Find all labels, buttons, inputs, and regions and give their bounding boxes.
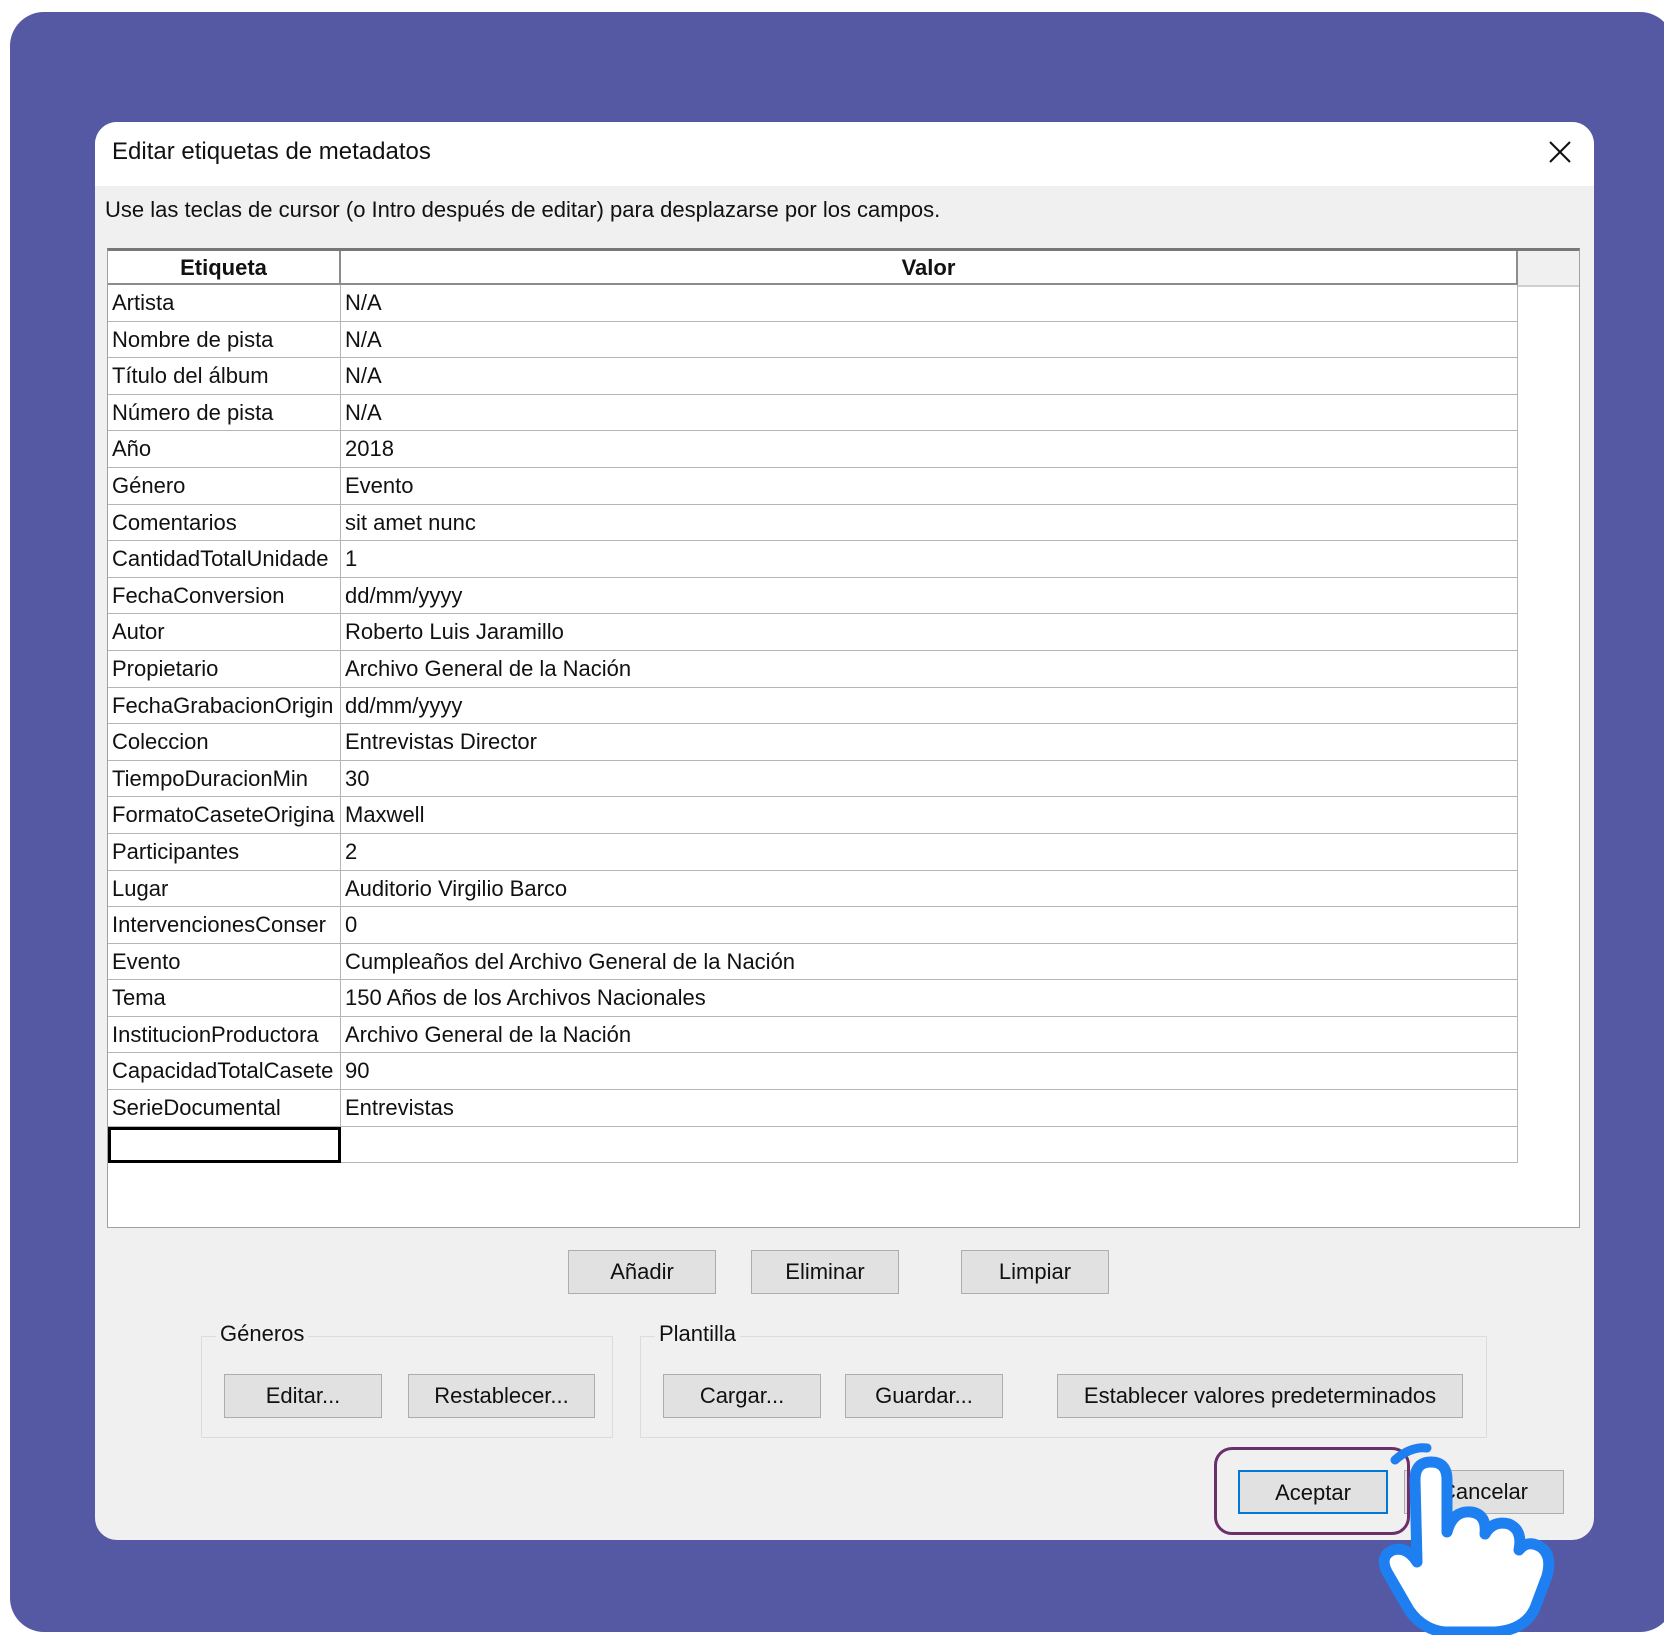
table-row[interactable]: TiempoDuracionMin 30: [108, 760, 1518, 798]
edit-genres-button[interactable]: Editar...: [224, 1374, 382, 1418]
value-cell[interactable]: N/A: [341, 358, 1518, 395]
template-group-label: Plantilla: [655, 1321, 741, 1347]
table-row[interactable]: CapacidadTotalCasete 90: [108, 1053, 1518, 1091]
tag-cell[interactable]: Lugar: [108, 870, 341, 908]
value-cell[interactable]: Entrevistas: [341, 1090, 1518, 1127]
instruction-text: Use las teclas de cursor (o Intro despué…: [105, 197, 941, 222]
tag-cell[interactable]: Número de pista: [108, 394, 341, 432]
table-row[interactable]: IntervencionesConser 0: [108, 907, 1518, 944]
table-row[interactable]: Propietario Archivo General de la Nación: [108, 650, 1518, 688]
value-cell[interactable]: N/A: [341, 321, 1518, 359]
tag-cell[interactable]: Tema: [108, 980, 341, 1017]
tag-cell[interactable]: CantidadTotalUnidade: [108, 541, 341, 578]
table-row[interactable]: Coleccion Entrevistas Director: [108, 724, 1518, 761]
value-cell[interactable]: Archivo General de la Nación: [341, 650, 1518, 688]
tag-cell[interactable]: Nombre de pista: [108, 321, 341, 359]
tag-cell[interactable]: CapacidadTotalCasete: [108, 1053, 341, 1091]
tag-cell[interactable]: Comentarios: [108, 504, 341, 542]
table-row[interactable]: Artista N/A: [108, 285, 1518, 322]
table-row[interactable]: Comentarios sit amet nunc: [108, 504, 1518, 542]
tag-cell[interactable]: Coleccion: [108, 724, 341, 761]
tag-cell[interactable]: [108, 1126, 341, 1164]
tag-cell[interactable]: Título del álbum: [108, 358, 341, 395]
value-cell[interactable]: Maxwell: [341, 797, 1518, 834]
table-row[interactable]: Nombre de pista N/A: [108, 321, 1518, 359]
pointing-hand-icon: [1378, 1443, 1555, 1635]
close-icon[interactable]: [1542, 134, 1578, 170]
title-bar: Editar etiquetas de metadatos: [95, 122, 1594, 186]
value-cell[interactable]: Cumpleaños del Archivo General de la Nac…: [341, 943, 1518, 981]
table-row[interactable]: Número de pista N/A: [108, 394, 1518, 432]
table-row[interactable]: FechaGrabacionOrigin dd/mm/yyyy: [108, 687, 1518, 725]
table-row[interactable]: InstitucionProductora Archivo General de …: [108, 1016, 1518, 1054]
tag-cell[interactable]: Evento: [108, 943, 341, 981]
genres-group-label: Géneros: [216, 1321, 309, 1347]
delete-button[interactable]: Eliminar: [751, 1250, 899, 1294]
tag-cell[interactable]: Autor: [108, 614, 341, 651]
load-template-button[interactable]: Cargar...: [663, 1374, 821, 1418]
table-row[interactable]: FechaConversion dd/mm/yyyy: [108, 577, 1518, 615]
value-cell[interactable]: 90: [341, 1053, 1518, 1091]
tag-cell[interactable]: FormatoCaseteOrigina: [108, 797, 341, 834]
dialog-title: Editar etiquetas de metadatos: [112, 138, 431, 165]
table-row[interactable]: Evento Cumpleaños del Archivo General de …: [108, 943, 1518, 981]
save-template-button[interactable]: Guardar...: [845, 1374, 1003, 1418]
tag-cell[interactable]: FechaConversion: [108, 577, 341, 615]
metadata-table: Etiqueta Valor Artista N/A Nombre de pista…: [107, 248, 1580, 1228]
table-row[interactable]: Autor Roberto Luis Jaramillo: [108, 614, 1518, 651]
value-cell[interactable]: 0: [341, 907, 1518, 944]
table-row[interactable]: CantidadTotalUnidade 1: [108, 541, 1518, 578]
value-cell[interactable]: 30: [341, 760, 1518, 798]
value-cell[interactable]: dd/mm/yyyy: [341, 577, 1518, 615]
header-filler: [1518, 251, 1579, 287]
value-cell[interactable]: 2: [341, 833, 1518, 871]
table-body: Artista N/A Nombre de pista N/A Título del á…: [108, 285, 1518, 1164]
table-row[interactable]: SerieDocumental Entrevistas: [108, 1090, 1518, 1127]
tag-cell[interactable]: InstitucionProductora: [108, 1016, 341, 1054]
table-row[interactable]: Participantes 2: [108, 833, 1518, 871]
tag-cell[interactable]: Género: [108, 467, 341, 505]
table-header: Etiqueta Valor: [108, 251, 1518, 285]
value-cell[interactable]: Evento: [341, 467, 1518, 505]
value-cell[interactable]: Archivo General de la Nación: [341, 1016, 1518, 1054]
value-cell[interactable]: [341, 1126, 1518, 1164]
table-row[interactable]: Título del álbum N/A: [108, 358, 1518, 395]
tag-cell[interactable]: IntervencionesConser: [108, 907, 341, 944]
value-cell[interactable]: N/A: [341, 394, 1518, 432]
value-cell[interactable]: 150 Años de los Archivos Nacionales: [341, 980, 1518, 1017]
tag-cell[interactable]: Propietario: [108, 650, 341, 688]
metadata-dialog: Editar etiquetas de metadatos Use las te…: [95, 122, 1594, 1540]
tag-cell[interactable]: SerieDocumental: [108, 1090, 341, 1127]
table-row[interactable]: Año 2018: [108, 431, 1518, 468]
set-defaults-button[interactable]: Establecer valores predeterminados: [1057, 1374, 1463, 1418]
tag-cell[interactable]: FechaGrabacionOrigin: [108, 687, 341, 725]
tag-cell[interactable]: Año: [108, 431, 341, 468]
tag-cell[interactable]: Artista: [108, 285, 341, 322]
tag-cell[interactable]: Participantes: [108, 833, 341, 871]
clear-button[interactable]: Limpiar: [961, 1250, 1109, 1294]
value-cell[interactable]: 2018: [341, 431, 1518, 468]
value-cell[interactable]: Roberto Luis Jaramillo: [341, 614, 1518, 651]
value-cell[interactable]: dd/mm/yyyy: [341, 687, 1518, 725]
value-cell[interactable]: 1: [341, 541, 1518, 578]
value-cell[interactable]: Auditorio Virgilio Barco: [341, 870, 1518, 908]
column-header-tag[interactable]: Etiqueta: [108, 251, 341, 285]
table-row[interactable]: FormatoCaseteOrigina Maxwell: [108, 797, 1518, 834]
table-row[interactable]: Tema 150 Años de los Archivos Nacionales: [108, 980, 1518, 1017]
tag-cell[interactable]: TiempoDuracionMin: [108, 760, 341, 798]
value-cell[interactable]: Entrevistas Director: [341, 724, 1518, 761]
reset-genres-button[interactable]: Restablecer...: [408, 1374, 595, 1418]
add-button[interactable]: Añadir: [568, 1250, 716, 1294]
value-cell[interactable]: sit amet nunc: [341, 504, 1518, 542]
table-row[interactable]: Género Evento: [108, 467, 1518, 505]
column-header-value[interactable]: Valor: [341, 251, 1518, 285]
table-row[interactable]: Lugar Auditorio Virgilio Barco: [108, 870, 1518, 908]
value-cell[interactable]: N/A: [341, 285, 1518, 322]
table-row[interactable]: [108, 1126, 1518, 1164]
